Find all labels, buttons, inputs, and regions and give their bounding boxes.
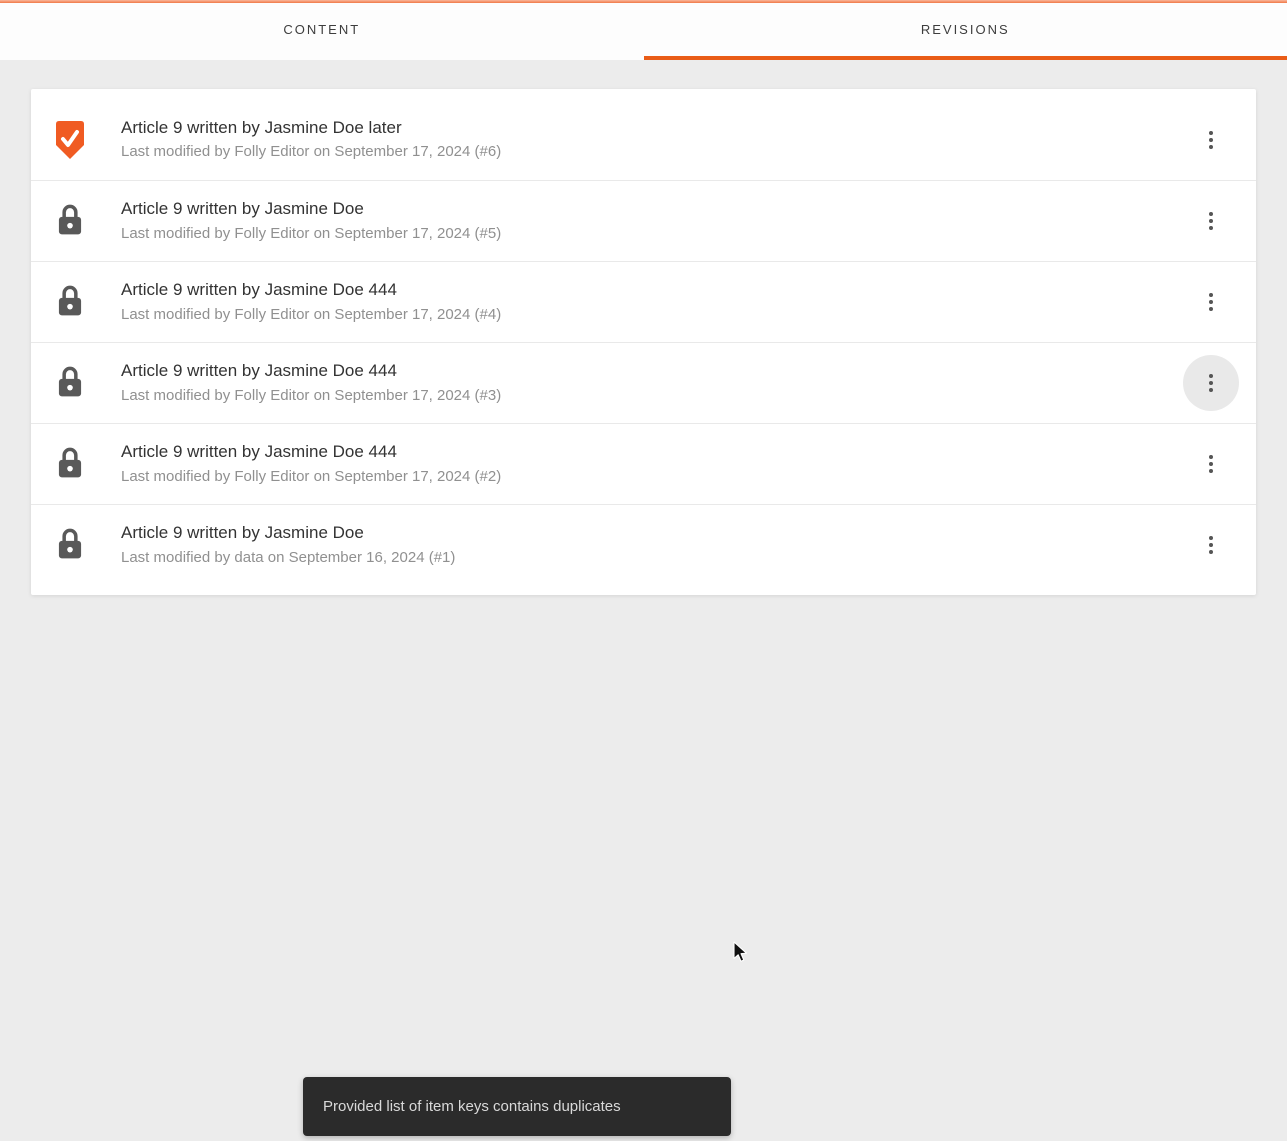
revision-menu-button[interactable] [1183, 274, 1239, 330]
revision-menu-button[interactable] [1183, 355, 1239, 411]
revisions-list: Article 9 written by Jasmine Doe later L… [31, 89, 1256, 595]
revision-title: Article 9 written by Jasmine Doe [121, 523, 364, 543]
kebab-menu-icon [1209, 212, 1213, 230]
revision-meta: Last modified by Folly Editor on Septemb… [121, 305, 502, 323]
revision-row[interactable]: Article 9 written by Jasmine Doe Last mo… [31, 180, 1256, 261]
revision-menu-button[interactable] [1183, 517, 1239, 573]
revision-row[interactable]: Article 9 written by Jasmine Doe later L… [31, 99, 1256, 180]
revision-menu-button[interactable] [1183, 436, 1239, 492]
revision-texts: Article 9 written by Jasmine Doe later L… [121, 117, 1183, 163]
revision-title: Article 9 written by Jasmine Doe 444 [121, 442, 397, 462]
revision-title: Article 9 written by Jasmine Doe later [121, 117, 402, 137]
revision-meta: Last modified by Folly Editor on Septemb… [121, 224, 502, 242]
tab-content-label: CONTENT [283, 22, 361, 37]
tab-content[interactable]: CONTENT [0, 3, 644, 60]
current-version-badge-check-icon [55, 120, 85, 160]
revision-texts: Article 9 written by Jasmine Doe 444 Las… [121, 441, 1183, 487]
revision-texts: Article 9 written by Jasmine Doe Last mo… [121, 522, 1183, 568]
mouse-cursor-icon [733, 941, 751, 970]
revision-texts: Article 9 written by Jasmine Doe 444 Las… [121, 360, 1183, 406]
tab-bar: CONTENT REVISIONS [0, 3, 1287, 60]
revision-title: Article 9 written by Jasmine Doe [121, 199, 364, 219]
toast-message: Provided list of item keys contains dupl… [323, 1098, 621, 1115]
revision-meta: Last modified by data on September 16, 2… [121, 548, 456, 566]
lock-icon [55, 528, 85, 562]
revision-row[interactable]: Article 9 written by Jasmine Doe 444 Las… [31, 342, 1256, 423]
lock-icon [55, 204, 85, 238]
revision-meta: Last modified by Folly Editor on Septemb… [121, 386, 502, 404]
revision-texts: Article 9 written by Jasmine Doe Last mo… [121, 198, 1183, 244]
lock-icon [55, 447, 85, 481]
tab-revisions-label: REVISIONS [920, 22, 1010, 37]
revision-row[interactable]: Article 9 written by Jasmine Doe 444 Las… [31, 423, 1256, 504]
lock-icon [55, 366, 85, 400]
revision-menu-button[interactable] [1183, 112, 1239, 168]
kebab-menu-icon [1209, 293, 1213, 311]
revision-title: Article 9 written by Jasmine Doe 444 [121, 280, 397, 300]
revision-title: Article 9 written by Jasmine Doe 444 [121, 361, 397, 381]
revision-texts: Article 9 written by Jasmine Doe 444 Las… [121, 279, 1183, 325]
revision-row[interactable]: Article 9 written by Jasmine Doe 444 Las… [31, 261, 1256, 342]
revision-menu-button[interactable] [1183, 193, 1239, 249]
kebab-menu-icon [1209, 374, 1213, 392]
revision-meta: Last modified by Folly Editor on Septemb… [121, 143, 502, 161]
kebab-menu-icon [1209, 455, 1213, 473]
revision-row[interactable]: Article 9 written by Jasmine Doe Last mo… [31, 504, 1256, 585]
toast-notification: Provided list of item keys contains dupl… [303, 1077, 731, 1136]
tab-revisions[interactable]: REVISIONS [643, 3, 1287, 60]
revision-meta: Last modified by Folly Editor on Septemb… [121, 467, 502, 485]
lock-icon [55, 285, 85, 319]
kebab-menu-icon [1209, 536, 1213, 554]
kebab-menu-icon [1209, 130, 1213, 149]
